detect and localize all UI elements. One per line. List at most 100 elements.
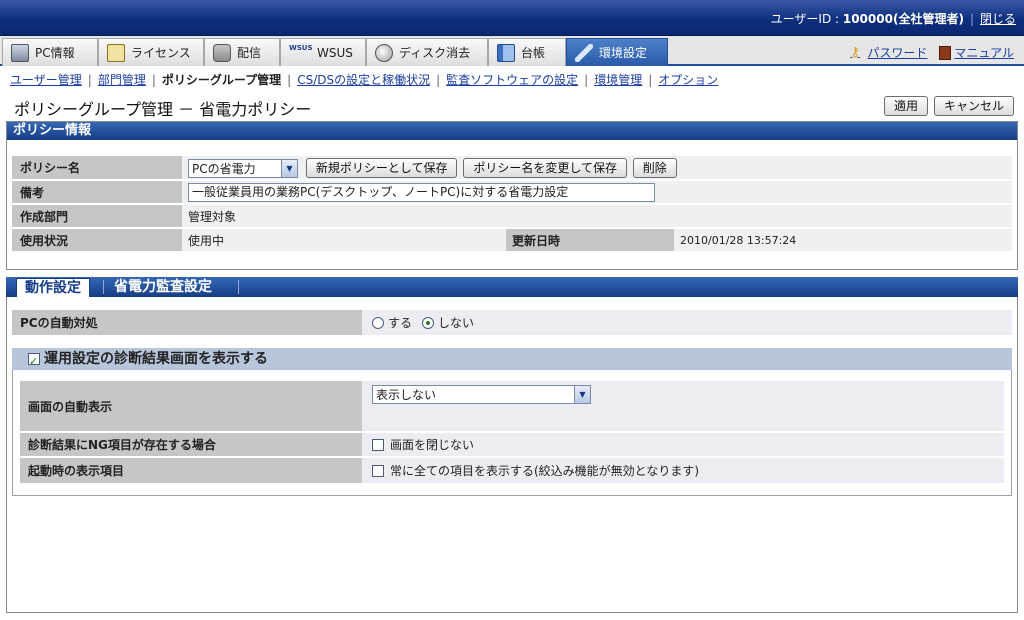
startup-label: 起動時の表示項目: [20, 458, 362, 483]
user-id-label: ユーザーID :: [770, 12, 843, 26]
submenu-user-management[interactable]: ユーザー管理: [10, 73, 82, 87]
wsus-icon: WSUS: [289, 43, 313, 52]
delete-button[interactable]: 削除: [632, 157, 677, 178]
usage-label: 使用状況: [12, 228, 182, 253]
separator: |: [151, 73, 156, 87]
note-label: 備考: [12, 180, 182, 205]
startup-row: 起動時の表示項目 常に全ての項目を表示する(絞込み機能が無効となります): [20, 458, 1004, 483]
page-title: ポリシーグループ管理 － 省電力ポリシー: [14, 100, 312, 119]
tab-label: PC情報: [35, 46, 75, 60]
tab-wsus[interactable]: WSUS WSUS: [280, 38, 366, 66]
tab-disk-erase[interactable]: ディスク消去: [366, 38, 488, 66]
usage-row: 使用状況 使用中 更新日時 2010/01/28 13:57:24: [12, 228, 1012, 253]
rename-and-save-button[interactable]: ポリシー名を変更して保存: [463, 157, 627, 178]
save-as-new-policy-button[interactable]: 新規ポリシーとして保存: [305, 157, 458, 178]
updated-value: 2010/01/28 13:57:24: [674, 228, 1012, 253]
dept-row: 作成部門 管理対象: [12, 204, 1012, 229]
utility-links: ⚷ パスワード マニュアル: [850, 44, 1014, 61]
policy-name-select[interactable]: PCの省電力 ▼: [188, 158, 298, 178]
separator: |: [287, 73, 292, 87]
tab-license[interactable]: ライセンス: [98, 38, 204, 66]
ng-cell: 画面を閉じない: [362, 433, 1004, 456]
separator: |: [436, 73, 441, 87]
password-label: パスワード: [867, 46, 928, 60]
screen-auto-select[interactable]: 表示しない ▼: [372, 385, 591, 404]
auto-handling-options: する しない: [362, 310, 1012, 335]
auto-handling-label: PCの自動対処: [12, 310, 362, 335]
diagnostic-group-checkbox[interactable]: [28, 351, 40, 373]
key-icon: ⚷: [850, 44, 860, 60]
license-icon: [107, 43, 125, 62]
tab-pc-info[interactable]: PC情報: [2, 38, 98, 66]
show-all-items-checkbox[interactable]: [372, 464, 384, 477]
dept-label: 作成部門: [12, 204, 182, 229]
settings-tab-bar: 動作設定 省電力監査設定: [6, 277, 1018, 297]
tab-ledger[interactable]: 台帳: [488, 38, 566, 66]
ng-row: 診断結果にNG項目が存在する場合 画面を閉じない: [20, 433, 1004, 456]
page-actions: 適用 キャンセル: [883, 96, 1014, 116]
policy-info-title: ポリシー情報: [7, 122, 1017, 140]
submenu-options[interactable]: オプション: [658, 73, 718, 87]
user-id-value: 100000(全社管理者): [842, 12, 964, 26]
note-cell: 一般従業員用の業務PC(デスクトップ、ノートPC)に対する省電力設定: [182, 180, 1012, 205]
submenu-department-management[interactable]: 部門管理: [98, 73, 146, 87]
screen-auto-cell: 表示しない ▼: [362, 381, 1004, 431]
pc-icon: [11, 43, 29, 62]
diagnostic-group-title: 運用設定の診断結果画面を表示する: [44, 351, 268, 367]
auto-handling-yes-label: する: [388, 316, 413, 330]
separator: |: [584, 73, 589, 87]
ng-label: 診断結果にNG項目が存在する場合: [20, 433, 362, 456]
tab-operation-settings[interactable]: 動作設定: [16, 278, 90, 297]
dept-value: 管理対象: [182, 204, 1012, 229]
do-not-close-label: 画面を閉じない: [390, 438, 475, 452]
apply-button[interactable]: 適用: [883, 96, 928, 116]
distribution-icon: [213, 43, 231, 62]
policy-info-table: ポリシー名 PCの省電力 ▼ 新規ポリシーとして保存 ポリシー名を変更して保存 …: [12, 156, 1012, 253]
submenu: ユーザー管理 | 部門管理 | ポリシーグループ管理 | CS/DSの設定と稼働状況 | 監査ソ…: [10, 71, 718, 88]
tab-label: 台帳: [521, 46, 546, 60]
auto-handling-no-radio[interactable]: [422, 316, 435, 329]
usage-value: 使用中: [182, 228, 506, 253]
auto-handling-no-label: しない: [438, 316, 475, 330]
diagnostic-group-header: 運用設定の診断結果画面を表示する: [12, 348, 1012, 373]
user-info: ユーザーID : 100000(全社管理者) | 閉じる: [771, 10, 1016, 27]
policy-name-row: ポリシー名 PCの省電力 ▼ 新規ポリシーとして保存 ポリシー名を変更して保存 …: [12, 156, 1012, 181]
submenu-cs-ds-settings[interactable]: CS/DSの設定と稼働状況: [297, 73, 430, 87]
auto-handling-yes-radio[interactable]: [372, 316, 384, 329]
separator: [103, 280, 104, 294]
main-tab-bar: PC情報 ライセンス 配信 WSUS WSUS ディスク消去 台帳 環境設定 ⚷…: [0, 36, 1024, 66]
password-link[interactable]: ⚷ パスワード: [850, 44, 927, 61]
tab-label: 環境設定: [599, 46, 648, 60]
tab-label: 配信: [237, 46, 262, 60]
separator: |: [648, 73, 653, 87]
chevron-down-icon: ▼: [281, 159, 297, 177]
do-not-close-checkbox[interactable]: [372, 438, 384, 451]
policy-name-label: ポリシー名: [12, 156, 182, 181]
tab-environment-settings[interactable]: 環境設定: [566, 38, 668, 66]
submenu-audit-software[interactable]: 監査ソフトウェアの設定: [446, 73, 578, 87]
note-input[interactable]: 一般従業員用の業務PC(デスクトップ、ノートPC)に対する省電力設定: [188, 182, 655, 202]
ledger-icon: [497, 43, 515, 62]
disk-erase-icon: [375, 43, 393, 62]
screen-auto-value: 表示しない: [376, 388, 437, 402]
auto-handling-row: PCの自動対処 する しない: [12, 310, 1012, 335]
policy-name-value: PCの省電力: [192, 161, 256, 176]
separator: [238, 280, 239, 294]
tools-icon: [575, 43, 593, 62]
separator: |: [87, 73, 92, 87]
submenu-policy-group-management: ポリシーグループ管理: [161, 73, 282, 87]
manual-label: マニュアル: [954, 46, 1014, 60]
screen-auto-row: 画面の自動表示 表示しない ▼: [20, 381, 1004, 431]
close-link[interactable]: 閉じる: [980, 12, 1016, 26]
tab-label: ライセンス: [131, 46, 191, 60]
screen-auto-label: 画面の自動表示: [20, 381, 362, 431]
tab-label: ディスク消去: [399, 46, 471, 60]
tab-power-audit-settings[interactable]: 省電力監査設定: [106, 278, 220, 297]
manual-book-icon: [939, 45, 952, 60]
tab-distribution[interactable]: 配信: [204, 38, 280, 66]
cancel-button[interactable]: キャンセル: [933, 96, 1014, 116]
separator: |: [969, 12, 974, 26]
submenu-environment-management[interactable]: 環境管理: [594, 73, 642, 87]
updated-label: 更新日時: [506, 228, 674, 253]
manual-link[interactable]: マニュアル: [939, 44, 1014, 61]
